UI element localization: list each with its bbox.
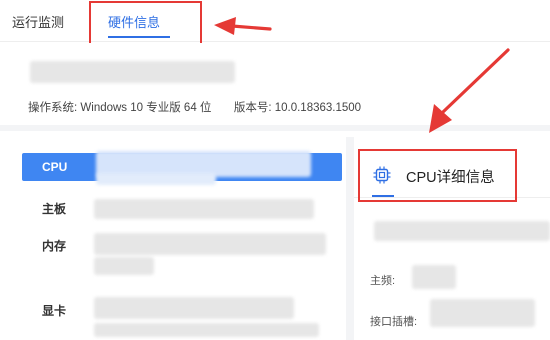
nav-item-gpu-label: 显卡 [42, 304, 67, 318]
tab-run-monitor[interactable]: 运行监测 [12, 12, 64, 31]
version-label: 版本号: [233, 102, 272, 114]
os-value: Windows 10 专业版 64 位 [80, 102, 212, 114]
nav-item-memory-label: 内存 [42, 239, 67, 253]
hardware-list-panel: CPU 主板 内存 显卡 [0, 137, 345, 340]
os-label: 操作系统: [28, 102, 78, 114]
blurred-motherboard-value [94, 199, 314, 219]
blurred-device-name [30, 61, 235, 83]
blurred-cpu-model [374, 221, 550, 241]
blurred-gpu-value [94, 297, 294, 319]
frequency-label: 主频: [370, 275, 396, 287]
blurred-memory-value-2 [94, 257, 154, 275]
panel-divider [346, 137, 354, 340]
blurred-memory-value [94, 233, 326, 255]
blurred-gpu-value-2 [94, 323, 319, 337]
annotation-box-tab [89, 1, 202, 48]
nav-item-motherboard-label: 主板 [42, 202, 67, 216]
blurred-cpu-value-2 [96, 173, 216, 185]
top-tab-bar: 运行监测 硬件信息 [0, 0, 550, 42]
system-info-section: 操作系统: Windows 10 专业版 64 位 版本号: 10.0.1836… [0, 43, 550, 131]
annotation-box-cpu-detail [358, 149, 517, 202]
system-info-line: 操作系统: Windows 10 专业版 64 位 版本号: 10.0.1836… [28, 99, 361, 115]
blurred-frequency-value [412, 265, 456, 289]
socket-label: 接口插槽: [370, 316, 418, 328]
nav-item-cpu-label: CPU [42, 160, 68, 174]
version-value: 10.0.18363.1500 [274, 102, 362, 114]
blurred-socket-value [430, 299, 535, 327]
